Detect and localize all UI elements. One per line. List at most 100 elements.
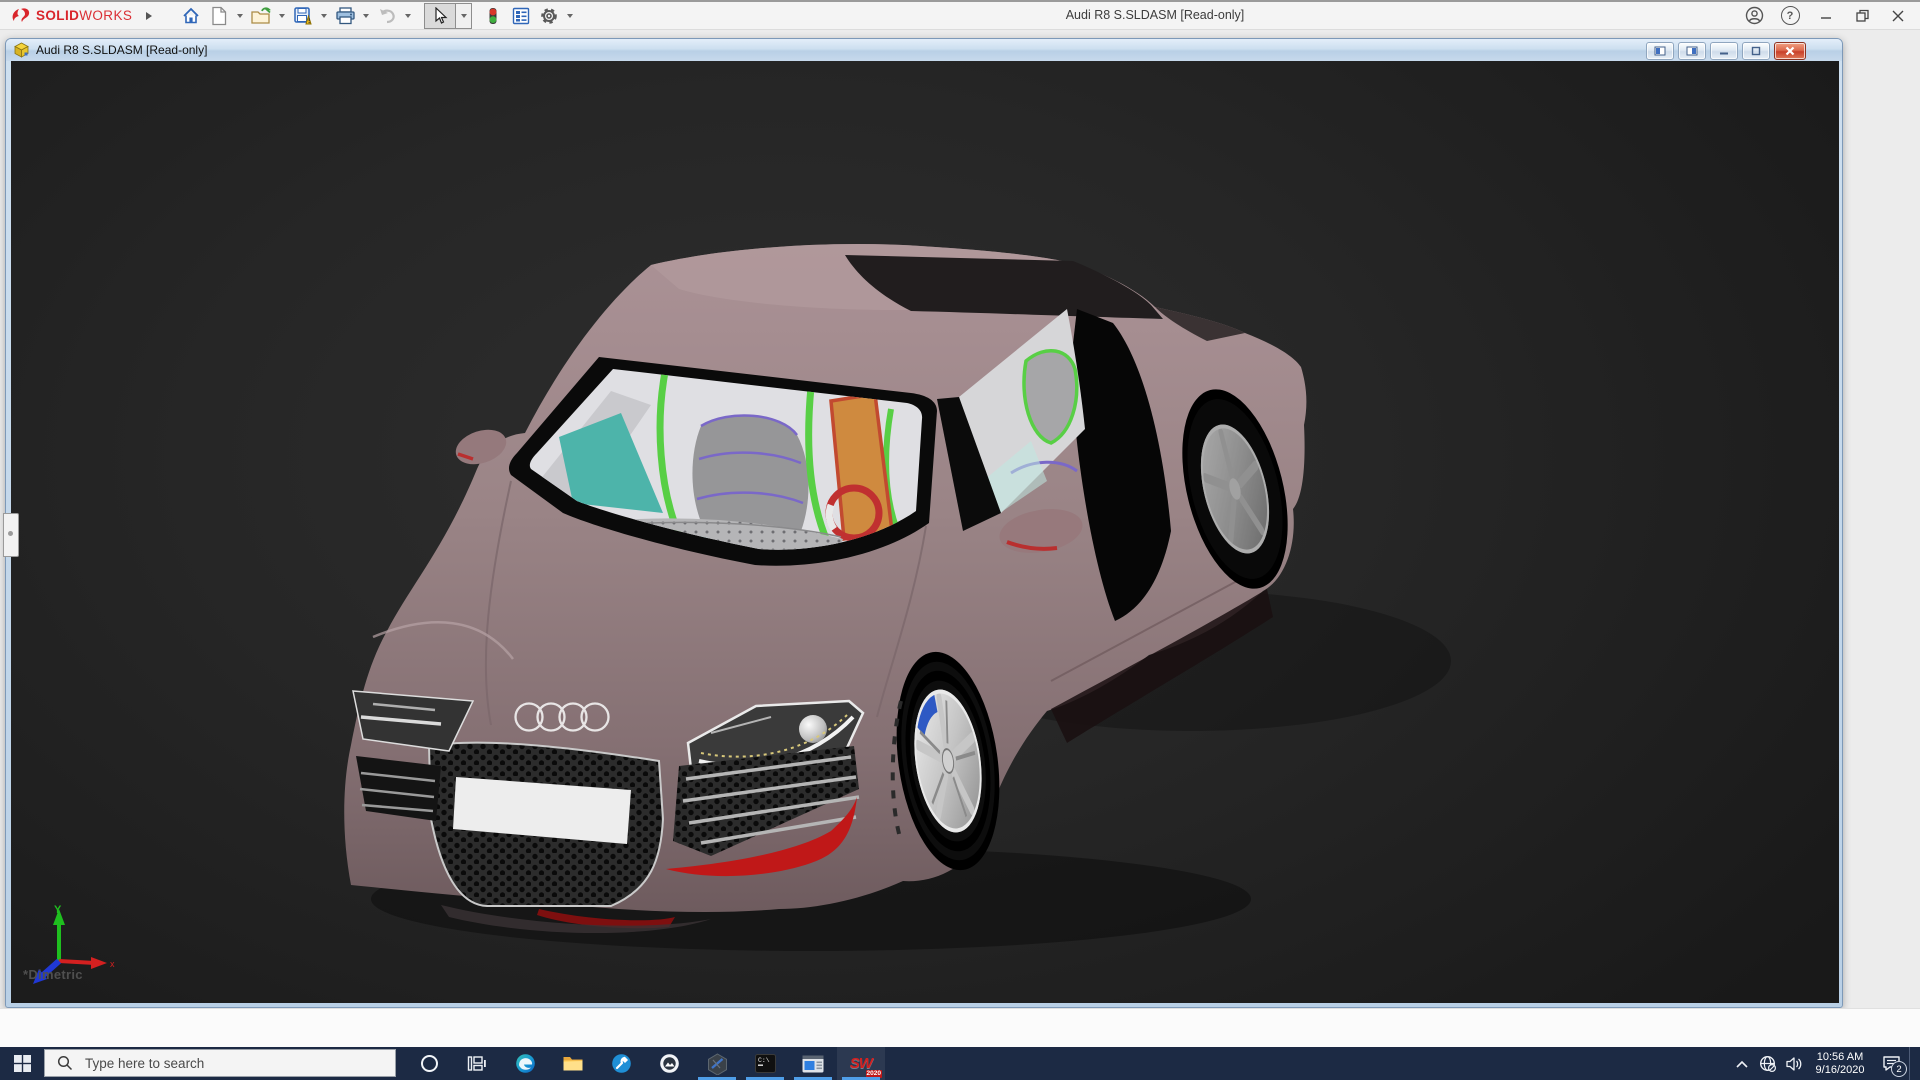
restore-button[interactable] xyxy=(1846,3,1878,28)
graphics-viewport[interactable]: Y x *Dimetric xyxy=(11,61,1839,1003)
document-window-controls xyxy=(1646,42,1806,60)
home-icon xyxy=(181,6,201,26)
document-title: Audi R8 S.SLDASM [Read-only] xyxy=(36,43,207,57)
select-tool-button[interactable] xyxy=(424,3,456,29)
cmd-glyph: C:\ xyxy=(758,1057,770,1064)
print-button[interactable] xyxy=(332,4,358,28)
menu-flyout-arrow[interactable] xyxy=(146,12,152,20)
notification-badge: 2 xyxy=(1891,1061,1907,1077)
open-folder-icon xyxy=(250,6,272,26)
minimize-button[interactable] xyxy=(1810,3,1842,28)
network-button[interactable] xyxy=(1755,1047,1781,1080)
status-bar xyxy=(0,1008,1920,1048)
edge-icon xyxy=(515,1053,536,1074)
axis-y-label: Y xyxy=(54,904,62,916)
document-window: Audi R8 S.SLDASM [Read-only] xyxy=(5,38,1843,1008)
settings-gear-icon xyxy=(539,6,559,26)
view-orientation-label: *Dimetric xyxy=(23,967,83,982)
print-dropdown[interactable] xyxy=(360,4,372,28)
undo-button[interactable] xyxy=(374,4,400,28)
car-model-render xyxy=(11,61,1839,1003)
search-input[interactable] xyxy=(83,1055,367,1072)
document-minimize-button[interactable] xyxy=(1710,42,1738,60)
network-globe-icon xyxy=(1759,1055,1777,1073)
select-tool-dropdown[interactable] xyxy=(456,3,472,29)
volume-button[interactable] xyxy=(1781,1047,1807,1080)
new-document-button[interactable] xyxy=(206,4,232,28)
open-button[interactable] xyxy=(248,4,274,28)
open-dropdown[interactable] xyxy=(276,4,288,28)
chevron-up-icon xyxy=(1735,1059,1749,1069)
undo-dropdown[interactable] xyxy=(402,4,414,28)
task-view-icon xyxy=(467,1055,487,1073)
window-app-icon xyxy=(802,1055,824,1073)
user-account-icon xyxy=(1745,6,1764,25)
file-explorer-icon xyxy=(562,1054,584,1073)
titlebar-controls: ? xyxy=(1738,2,1914,29)
taskbar-clock[interactable]: 10:56 AM 9/16/2020 xyxy=(1809,1051,1871,1076)
cortana-icon xyxy=(420,1054,439,1073)
feature-manager-collapsed-tab[interactable] xyxy=(3,513,19,557)
window-app-button[interactable] xyxy=(789,1047,837,1080)
solidworks-taskbar-button[interactable]: SW 2020 xyxy=(837,1047,885,1080)
hexagon-app-icon xyxy=(707,1053,728,1075)
select-tool-group xyxy=(424,3,472,29)
start-button[interactable] xyxy=(0,1047,44,1080)
document-close-icon xyxy=(1784,46,1796,56)
photos-button[interactable] xyxy=(645,1047,693,1080)
pane-right-icon xyxy=(1686,46,1698,56)
save-button[interactable] xyxy=(290,4,316,28)
traffic-light-icon xyxy=(486,6,500,26)
settings-button[interactable] xyxy=(536,4,562,28)
quick-access-toolbar xyxy=(178,3,576,29)
window-title: Audi R8 S.SLDASM [Read-only] xyxy=(1030,2,1280,29)
task-view-button[interactable] xyxy=(453,1047,501,1080)
select-cursor-icon xyxy=(432,7,448,25)
document-close-button[interactable] xyxy=(1774,42,1806,60)
taskbar-search[interactable] xyxy=(44,1049,396,1077)
account-button[interactable] xyxy=(1738,3,1770,28)
brand-bold: SOLID xyxy=(36,8,79,23)
file-explorer-button[interactable] xyxy=(549,1047,597,1080)
pane-right-toggle-button[interactable] xyxy=(1678,42,1706,60)
new-document-icon xyxy=(210,6,228,26)
help-button[interactable]: ? xyxy=(1774,3,1806,28)
settings-dropdown[interactable] xyxy=(564,4,576,28)
display-options-button[interactable] xyxy=(508,4,534,28)
cortana-button[interactable] xyxy=(405,1047,453,1080)
solidworks-mark-icon xyxy=(10,6,32,26)
command-prompt-icon: C:\ xyxy=(755,1054,776,1073)
taskbar-app-icons: C:\ SW 2020 xyxy=(405,1047,885,1080)
support-assistant-button[interactable] xyxy=(597,1047,645,1080)
close-button[interactable] xyxy=(1882,3,1914,28)
document-minimize-icon xyxy=(1718,46,1730,56)
titlebar: SOLIDWORKS xyxy=(0,2,1920,30)
command-prompt-button[interactable]: C:\ xyxy=(741,1047,789,1080)
edge-button[interactable] xyxy=(501,1047,549,1080)
document-restore-icon xyxy=(1750,46,1762,56)
solidworks-logo: SOLIDWORKS xyxy=(10,6,132,26)
hidden-icons-button[interactable] xyxy=(1729,1047,1755,1080)
home-button[interactable] xyxy=(178,4,204,28)
document-restore-button[interactable] xyxy=(1742,42,1770,60)
minimize-icon xyxy=(1819,9,1833,23)
undo-icon xyxy=(377,6,397,26)
save-dropdown[interactable] xyxy=(318,4,330,28)
brand-text: SOLIDWORKS xyxy=(36,8,132,23)
front-grille xyxy=(429,743,663,906)
traffic-light-button[interactable] xyxy=(480,4,506,28)
assembly-icon xyxy=(13,42,30,58)
taskbar: C:\ SW 2020 xyxy=(0,1047,1920,1080)
speaker-icon xyxy=(1785,1056,1803,1072)
pane-left-icon xyxy=(1654,46,1666,56)
new-document-dropdown[interactable] xyxy=(234,4,246,28)
document-titlebar[interactable]: Audi R8 S.SLDASM [Read-only] xyxy=(6,39,1842,61)
windows-logo-icon xyxy=(14,1055,31,1072)
brand-light: WORKS xyxy=(79,8,132,23)
hexagon-app-button[interactable] xyxy=(693,1047,741,1080)
main-window: SOLIDWORKS xyxy=(0,0,1920,1080)
pane-left-toggle-button[interactable] xyxy=(1646,42,1674,60)
restore-icon xyxy=(1855,8,1870,23)
show-desktop-button[interactable] xyxy=(1909,1047,1920,1080)
action-center-button[interactable]: 2 xyxy=(1873,1047,1909,1080)
